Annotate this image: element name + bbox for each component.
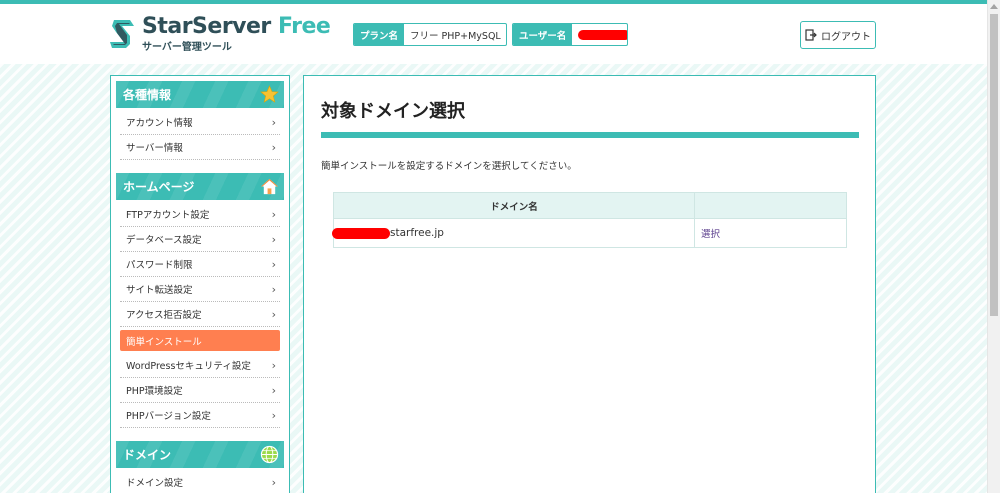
user-badge: ユーザー名 — [512, 23, 628, 46]
scroll-thumb[interactable] — [990, 14, 998, 316]
star-icon — [260, 85, 279, 103]
sidebar-item-label: サーバー情報 — [126, 143, 183, 154]
table-header-row: ドメイン名 — [333, 192, 847, 219]
sidebar-item-ftp-account[interactable]: FTPアカウント設定 › — [120, 202, 280, 227]
sidebar-item-label: データベース設定 — [126, 235, 202, 246]
sidebar-item-site-redirect[interactable]: サイト転送設定 › — [120, 277, 280, 302]
sidebar-item-label: パスワード制限 — [126, 260, 193, 271]
page-title: 対象ドメイン選択 — [321, 101, 465, 122]
chevron-right-icon: › — [271, 258, 276, 271]
sidebar-item-access-deny[interactable]: アクセス拒否設定 › — [120, 302, 280, 327]
chevron-right-icon: › — [271, 233, 276, 246]
sidebar-section-info: 各種情報 — [116, 81, 284, 108]
section-title: ホームページ — [123, 180, 195, 194]
globe-icon — [260, 445, 279, 464]
chevron-right-icon: › — [271, 116, 276, 129]
scroll-up-arrow-icon[interactable] — [990, 4, 998, 9]
logo-title: StarServer Free — [142, 14, 331, 39]
main-panel: 対象ドメイン選択 簡単インストールを設定するドメインを選択してください。 ドメイ… — [303, 75, 876, 493]
logout-button[interactable]: ログアウト — [800, 21, 876, 49]
sidebar-section-homepage: ホームページ — [116, 173, 284, 200]
section-title: 各種情報 — [123, 88, 172, 102]
table-row: starfree.jp 選択 — [332, 218, 847, 248]
title-underline — [321, 132, 859, 138]
chevron-right-icon: › — [271, 308, 276, 321]
user-label: ユーザー名 — [513, 24, 573, 45]
sidebar-item-label: 簡単インストール — [126, 336, 202, 348]
logo-subtitle: サーバー管理ツール — [142, 42, 232, 53]
page-scrollbar[interactable] — [987, 0, 1000, 493]
sidebar-item-label: アカウント情報 — [126, 118, 193, 129]
sidebar-item-label: アクセス拒否設定 — [126, 310, 202, 321]
plan-value: フリー PHP+MySQL — [410, 30, 501, 42]
sidebar-item-database[interactable]: データベース設定 › — [120, 227, 280, 252]
sidebar: 各種情報 アカウント情報 › サーバー情報 › ホームページ FTPアカウント設… — [110, 75, 290, 493]
logout-label: ログアウト — [821, 31, 871, 43]
chevron-right-icon: › — [271, 208, 276, 221]
sidebar-item-label: WordPressセキュリティ設定 — [126, 361, 251, 372]
redaction-mark — [578, 29, 627, 40]
chevron-right-icon: › — [271, 409, 276, 422]
sidebar-item-label: サイト転送設定 — [126, 285, 193, 296]
sidebar-item-easy-install[interactable]: 簡単インストール — [120, 330, 280, 351]
chevron-right-icon: › — [271, 141, 276, 154]
sidebar-item-label: PHP環境設定 — [126, 386, 183, 397]
column-header-domain: ドメイン名 — [333, 192, 695, 219]
header: StarServer Free サーバー管理ツール プラン名 フリー PHP+M… — [0, 4, 987, 64]
sidebar-item-account-info[interactable]: アカウント情報 › — [120, 110, 280, 135]
logo[interactable]: StarServer Free サーバー管理ツール — [110, 14, 331, 56]
redaction-mark — [332, 227, 390, 239]
plan-badge: プラン名 フリー PHP+MySQL — [353, 23, 507, 46]
sidebar-item-label: FTPアカウント設定 — [126, 210, 210, 221]
sidebar-item-domain-settings[interactable]: ドメイン設定 › — [120, 470, 280, 493]
logout-icon — [805, 29, 817, 41]
plan-label: プラン名 — [354, 24, 405, 45]
domain-cell: starfree.jp — [332, 218, 695, 248]
sidebar-item-wordpress-security[interactable]: WordPressセキュリティ設定 › — [120, 353, 280, 378]
user-value-redacted — [572, 29, 627, 40]
domain-name: starfree.jp — [390, 227, 444, 239]
select-link[interactable]: 選択 — [694, 218, 847, 248]
chevron-right-icon: › — [271, 476, 276, 489]
sidebar-item-php-env[interactable]: PHP環境設定 › — [120, 378, 280, 403]
house-icon — [260, 178, 279, 195]
sidebar-item-php-version[interactable]: PHPバージョン設定 › — [120, 403, 280, 428]
starserver-logo-icon — [110, 20, 134, 48]
chevron-right-icon: › — [271, 384, 276, 397]
sidebar-item-label: ドメイン設定 — [126, 478, 184, 489]
sidebar-item-password-restriction[interactable]: パスワード制限 › — [120, 252, 280, 277]
page-description: 簡単インストールを設定するドメインを選択してください。 — [321, 161, 577, 172]
chevron-right-icon: › — [271, 283, 276, 296]
sidebar-section-domain: ドメイン — [116, 441, 284, 468]
column-header-action — [694, 192, 847, 219]
sidebar-item-server-info[interactable]: サーバー情報 › — [120, 135, 280, 160]
sidebar-item-label: PHPバージョン設定 — [126, 411, 211, 422]
section-title: ドメイン — [123, 448, 172, 462]
chevron-right-icon: › — [271, 359, 276, 372]
domain-table: ドメイン名 starfree.jp 選択 — [332, 192, 847, 248]
logo-title-free: Free — [277, 14, 331, 39]
